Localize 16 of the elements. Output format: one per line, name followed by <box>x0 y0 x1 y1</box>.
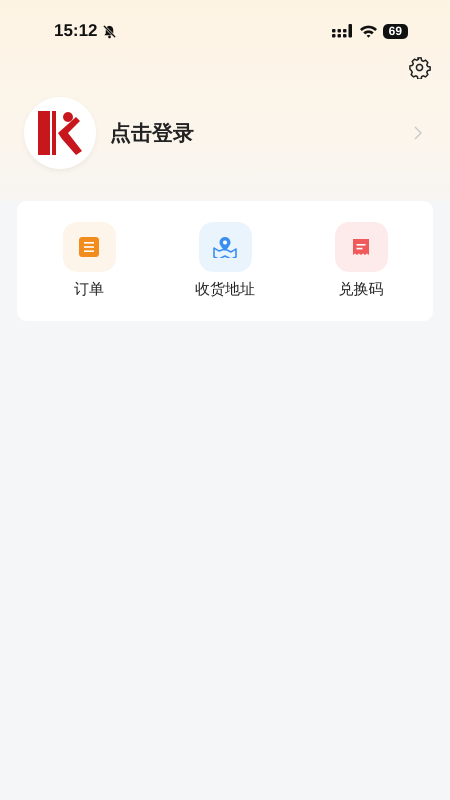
shortcut-tile[interactable] <box>198 222 252 272</box>
shortcut-label[interactable]: 订单 <box>74 280 104 299</box>
settings-icon[interactable] <box>408 56 431 79</box>
wifi-icon <box>358 24 378 38</box>
list-icon <box>79 237 99 257</box>
shortcut-tile[interactable] <box>62 222 116 272</box>
muted-bell-icon <box>102 24 118 38</box>
map-pin-icon <box>213 236 237 258</box>
battery-indicator: 69 <box>382 24 408 38</box>
shortcut-label[interactable]: 兑换码 <box>338 280 384 299</box>
shortcut-label[interactable]: 收货地址 <box>195 280 255 299</box>
signal-icon <box>332 24 354 38</box>
login-prompt[interactable]: 点击登录 <box>110 119 414 147</box>
ticket-icon <box>351 237 371 257</box>
status-time: 15:12 <box>54 21 98 41</box>
shortcut-tile[interactable] <box>334 222 388 272</box>
